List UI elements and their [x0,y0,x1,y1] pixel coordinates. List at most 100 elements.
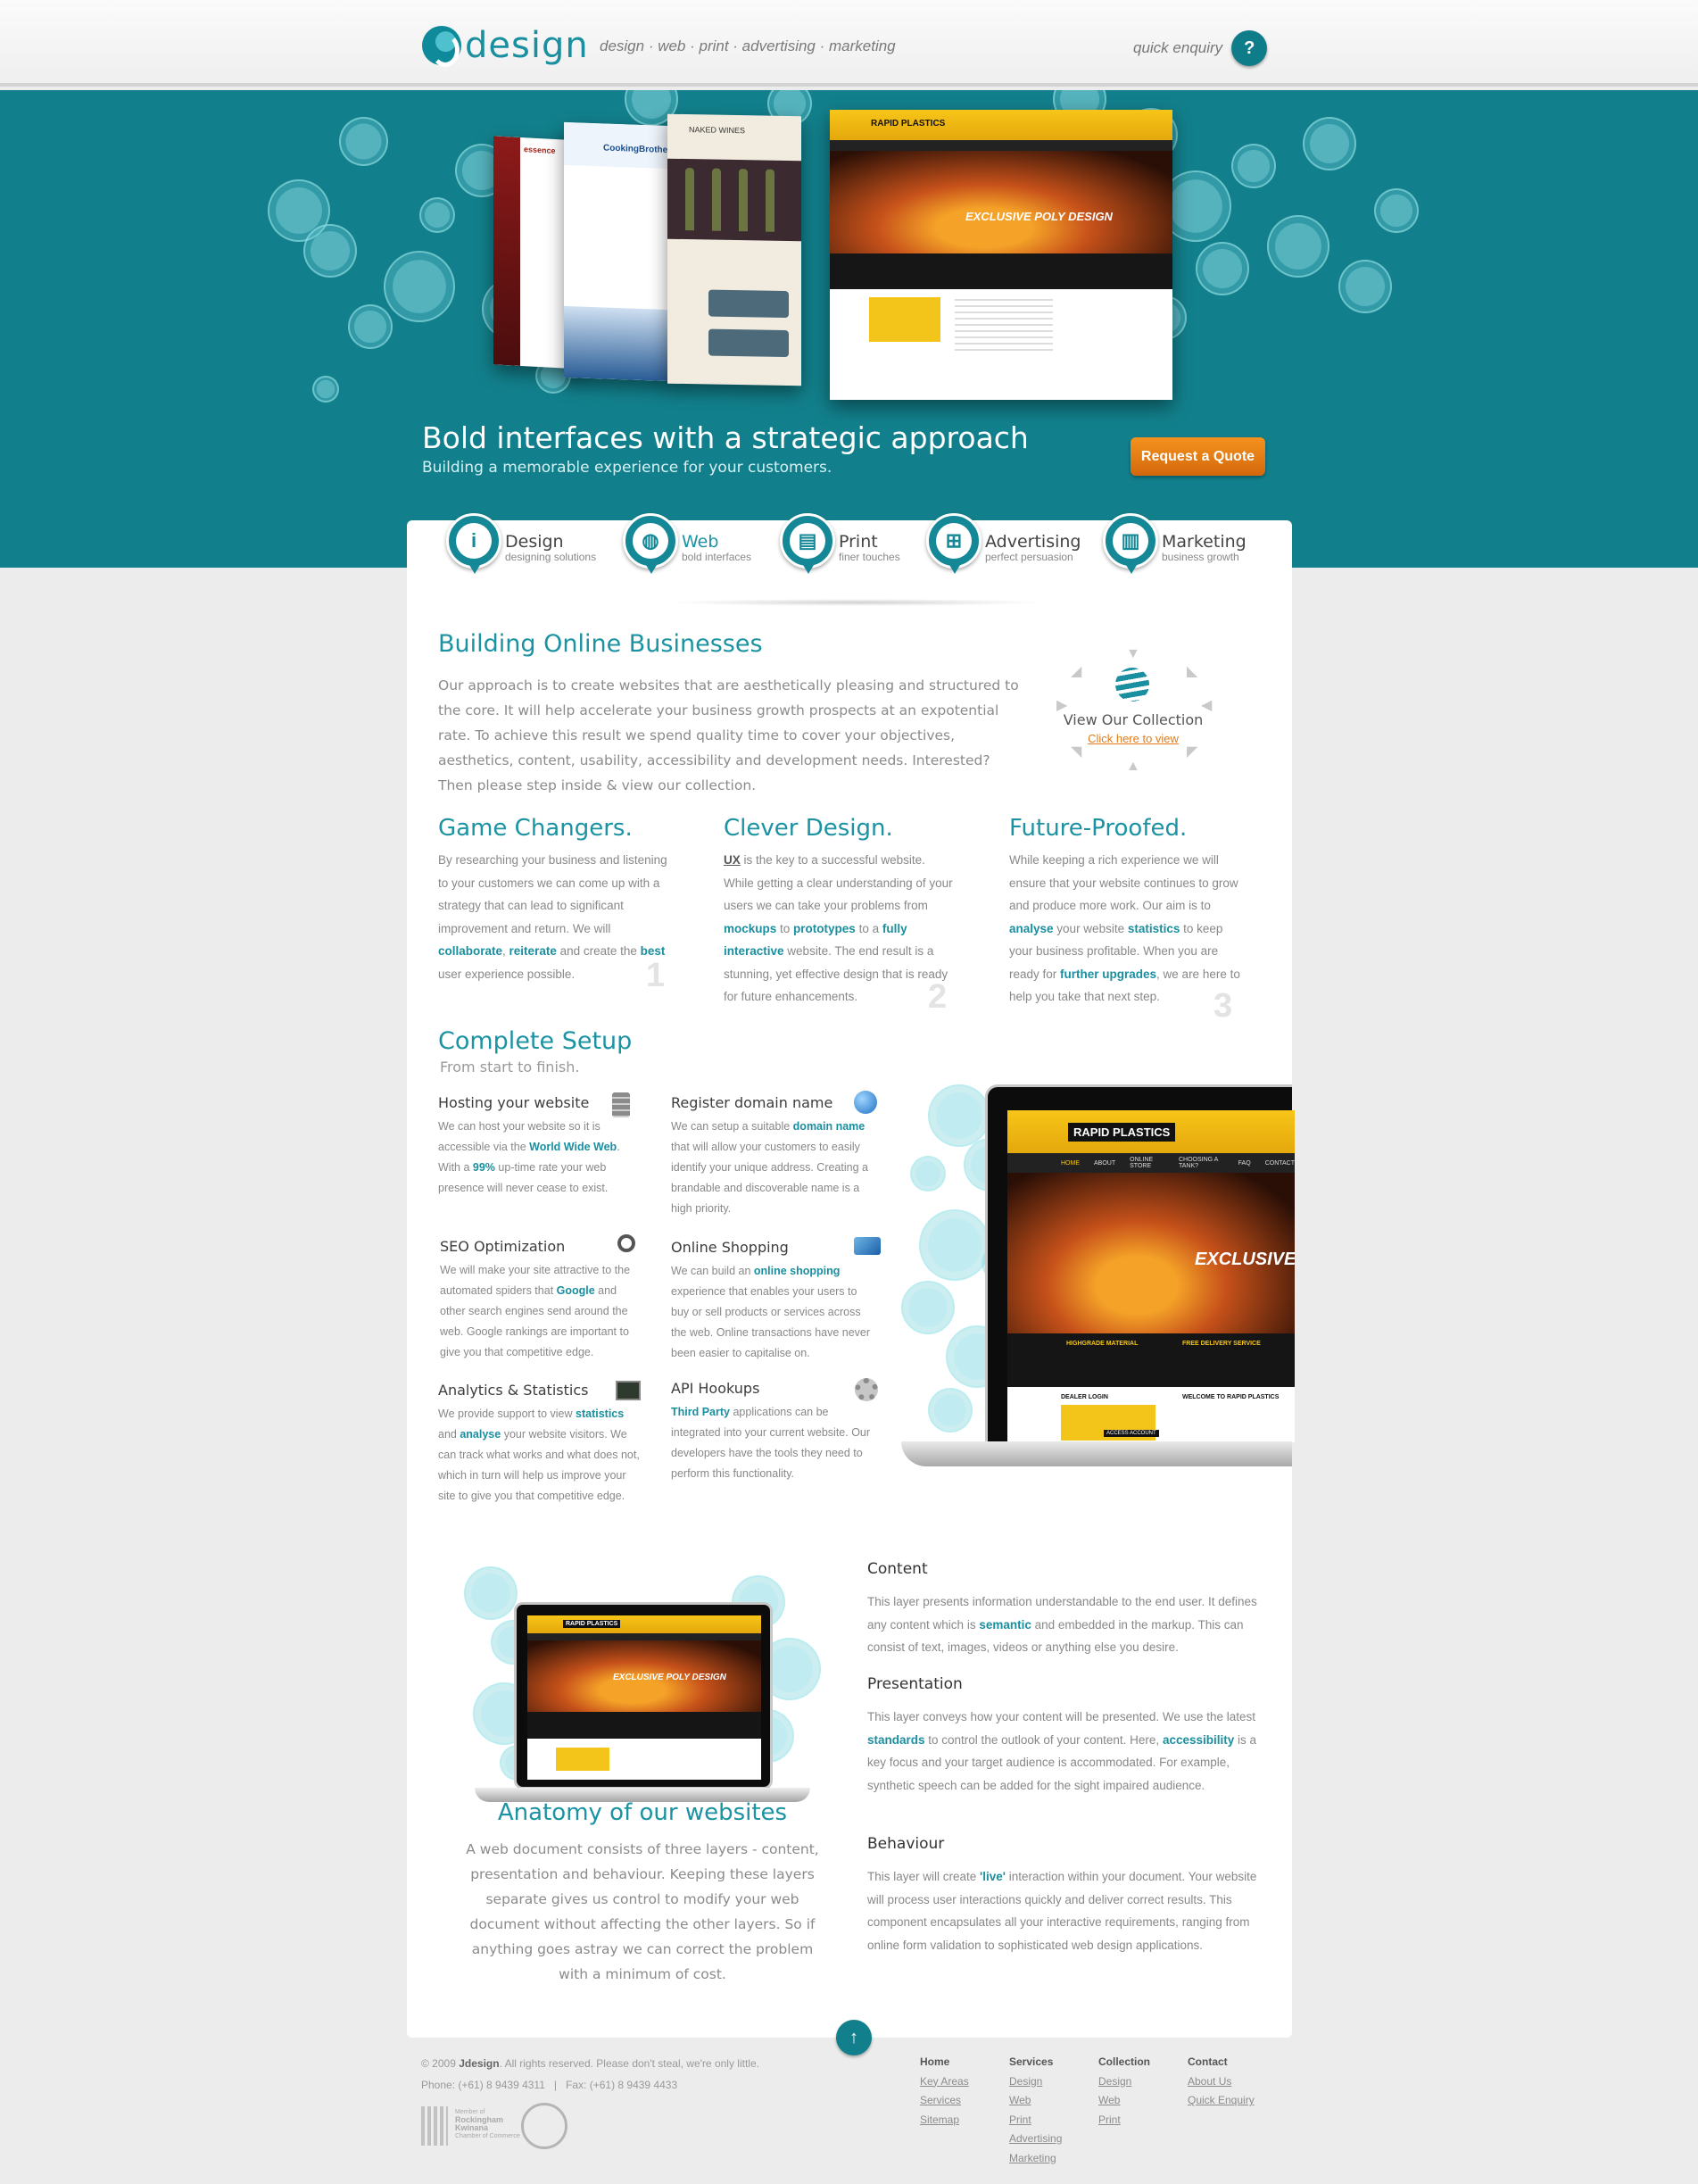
site-nav: HOME ABOUT ONLINE STORE CHOOSING A TANK? FAQ… [1007,1153,1295,1173]
bokeh-bubble [901,1281,955,1334]
intro-body: Our approach is to create websites that … [438,677,1019,793]
bokeh-bubble [1267,215,1329,278]
feature-hosting: Hosting your website We can host your we… [438,1094,640,1199]
pillar-future-proofed: Future-Proofed. While keeping a rich exp… [1009,815,1243,1009]
anatomy-title: Anatomy of our websites [497,1799,788,1826]
site-headline: EXCLUSIVE POLY DESIGN [613,1673,726,1682]
footer-link[interactable]: About Us [1188,2072,1255,2092]
bokeh-bubble [928,1084,990,1147]
layer-body: This layer conveys how your content will… [867,1710,1257,1792]
tagline: design · web · print · advertising · mar… [600,37,896,54]
arrow-icon: ◣ [1187,664,1198,679]
service-title: Design [505,532,564,552]
service-advertising[interactable]: ⊞ Advertising perfect persuasion [926,513,1081,577]
site-header: design design · web · print · advertisin… [0,0,1698,87]
footer-link[interactable]: Key Areas [920,2072,969,2092]
question-icon[interactable]: ? [1231,30,1268,66]
footer-link[interactable]: Marketing [1009,2149,1062,2169]
feature-body: We can setup a suitable domain name that… [671,1120,868,1215]
footer-col-collection: Collection Design Web Print [1098,2053,1150,2130]
shot-label: RAPID PLASTICS [871,119,946,129]
bokeh-bubble [348,304,393,349]
pillar-title: Game Changers. [438,815,633,842]
pillar-body: By researching your business and listeni… [438,853,667,981]
arrow-icon: ◢ [1071,664,1082,679]
service-title: Print [839,532,878,552]
contact-numbers: Phone: (+61) 8 9439 4311 | Fax: (+61) 8 … [421,2079,678,2091]
quick-enquiry-label[interactable]: quick enquiry [1133,39,1222,57]
feature-body: Third Party applications can be integrat… [671,1406,871,1480]
feature-analytics: Analytics & Statistics We provide suppor… [438,1382,640,1507]
arrow-icon: ◥ [1071,744,1082,760]
portfolio-shot-rapid-plastics[interactable]: RAPID PLASTICS EXCLUSIVE POLY DESIGN [830,110,1172,400]
globe-icon: ◍ [633,523,668,559]
bokeh-bubble [419,197,455,233]
logo[interactable]: design [422,25,589,67]
footer-heading: Contact [1188,2055,1228,2068]
layer-body: This layer will create 'live' interactio… [867,1870,1257,1952]
pillar-clever-design: Clever Design. UX is the key to a succes… [724,815,957,1009]
pillar-game-changers: Game Changers. By researching your busin… [438,815,672,985]
network-icon: ⊞ [936,523,972,559]
footer-col-contact: Contact About Us Quick Enquiry [1188,2053,1255,2111]
footer-link[interactable]: Design [1009,2072,1062,2092]
portfolio-shot-naked-wines[interactable]: NAKED WINES [667,113,801,386]
footer-link[interactable]: Print [1009,2111,1062,2130]
footer-link[interactable]: Quick Enquiry [1188,2091,1255,2111]
footer-link[interactable]: Advertising [1009,2130,1062,2149]
laptop-base [901,1441,1292,1466]
service-title: Web [682,532,719,552]
shot-headline: EXCLUSIVE POLY DESIGN [965,210,1113,223]
bokeh-bubble [1374,188,1419,233]
site-brand: RAPID PLASTICS [1068,1123,1176,1142]
bokeh-bubble [1338,260,1392,313]
service-subtitle: business growth [1162,551,1239,563]
hero-banner: essence CookingBrothers NAKED WINES RAPI… [0,90,1698,568]
layer-body: This layer presents information understa… [867,1595,1257,1654]
cog-icon [855,1378,878,1401]
bokeh-bubble [919,1209,990,1281]
service-web[interactable]: ◍ Web bold interfaces [623,513,751,577]
globe-icon [1115,668,1149,702]
service-marketing[interactable]: ▥ Marketing business growth [1103,513,1247,577]
feature-body: We will make your site attractive to the… [440,1264,631,1358]
footer-link[interactable]: Print [1098,2111,1150,2130]
printer-icon: ▤ [790,523,825,559]
layer-content: Content This layer presents information … [867,1560,1260,1659]
footer-link[interactable]: Design [1098,2072,1150,2092]
bokeh-bubble [1196,242,1249,295]
footer-heading: Home [920,2055,950,2068]
quick-enquiry[interactable]: quick enquiry ? [1133,30,1268,66]
arrow-icon: ◤ [1187,744,1198,760]
anatomy-laptop: RAPID PLASTICS EXCLUSIVE POLY DESIGN [464,1566,821,1807]
footer-heading: Collection [1098,2055,1151,2068]
service-print[interactable]: ▤ Print finer touches [780,513,900,577]
collection-link[interactable]: Click here to view [1044,732,1222,745]
portfolio-shot-cooking-brothers[interactable]: CookingBrothers [564,121,671,382]
service-design[interactable]: i Design designing solutions [446,513,596,577]
setup-subtitle: From start to finish. [440,1059,580,1075]
badge-line: Kwinana [455,2123,489,2132]
footer-link[interactable]: Web [1098,2091,1150,2111]
view-collection-widget[interactable]: ▼ ▲ ▶ ◀ ◢ ◣ ◥ ◤ View Our Collection Clic… [1044,643,1222,776]
pillar-body: While keeping a rich experience we will … [1009,853,1240,1003]
badge-line: Chamber of Commerce [455,2133,520,2139]
globe-icon [854,1091,877,1114]
request-quote-button[interactable]: Request a Quote [1131,437,1265,476]
laptop-screen: RAPID PLASTICS HOME ABOUT ONLINE STORE CHOO… [985,1084,1295,1459]
pillar-title: Future-Proofed. [1009,815,1188,842]
footer-link[interactable]: Web [1009,2091,1062,2111]
footer-link[interactable]: Services [920,2091,969,2111]
feature-api: API Hookups Third Party applications can… [671,1380,878,1484]
shot-label: essence [524,145,556,156]
bokeh-bubble [339,117,388,166]
bokeh-bubble [928,1388,973,1432]
feature-title: SEO Optimization [440,1238,566,1255]
arrow-icon: ▼ [1126,646,1140,661]
nav-shadow [669,599,1044,606]
site-welcome-title: WELCOME TO RAPID PLASTICS [1182,1394,1280,1400]
back-to-top-button[interactable]: ↑ [836,2020,872,2055]
monitor-chart-icon [616,1381,641,1400]
footer-link[interactable]: Sitemap [920,2111,969,2130]
feature-shopping: Online Shopping We can build an online s… [671,1239,878,1364]
